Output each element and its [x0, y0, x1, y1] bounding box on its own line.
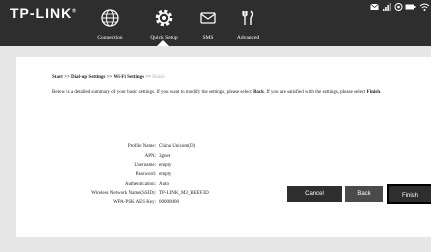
- setting-row: Password: empty: [16, 172, 416, 180]
- setting-key: APN:: [144, 154, 156, 159]
- setting-row: APN: 3gnet: [16, 154, 416, 162]
- setting-row: Username: empty: [16, 163, 416, 171]
- setting-value: 00000000: [159, 200, 179, 205]
- setting-key: Wireless Network Name(SSID):: [91, 191, 156, 196]
- setting-value: 3gnet: [159, 154, 171, 159]
- breadcrumb-separator: >>: [144, 75, 153, 80]
- setting-value: China Unicom(D): [159, 144, 196, 149]
- summary-text-c: .: [380, 90, 382, 95]
- setting-key: Profile Name:: [127, 144, 156, 149]
- nav-sms[interactable]: SMS: [196, 8, 220, 44]
- setting-key: Username:: [134, 163, 156, 168]
- breadcrumb: Start >> Dial-up Settings >> Wi-Fi Setti…: [52, 75, 165, 80]
- breadcrumb-start[interactable]: Start: [52, 75, 63, 80]
- tools-icon: [242, 10, 254, 25]
- nav-advanced[interactable]: Advanced: [228, 8, 268, 44]
- data-icon: [394, 3, 403, 11]
- summary-panel: Start >> Dial-up Settings >> Wi-Fi Setti…: [16, 57, 431, 237]
- summary-finish-word: Finish: [366, 90, 381, 95]
- envelope-icon: [200, 12, 216, 24]
- breadcrumb-wifi[interactable]: Wi-Fi Settings: [113, 75, 144, 80]
- nav-connection-label: Connection: [97, 35, 123, 41]
- summary-text: Below is a detailed summary of your basi…: [52, 89, 430, 96]
- battery-icon: [405, 4, 416, 10]
- setting-value: Auto: [159, 182, 169, 187]
- setting-key: Password:: [135, 172, 156, 177]
- nav-quick-setup[interactable]: Quick Setup: [142, 8, 186, 46]
- wifi-icon: [419, 3, 430, 11]
- setting-key: WPA-PSK AES Key:: [113, 200, 156, 205]
- cancel-button[interactable]: Cancel: [287, 186, 342, 202]
- nav-sms-label: SMS: [202, 35, 214, 41]
- summary-back-word: Back: [253, 90, 264, 95]
- summary-text-b: . If you are satisfied with the settings…: [263, 90, 367, 95]
- nav-connection[interactable]: Connection: [92, 8, 128, 44]
- setting-value: empty: [159, 163, 172, 168]
- nav-advanced-label: Advanced: [236, 35, 260, 41]
- back-button[interactable]: Back: [345, 186, 383, 202]
- signal-icon: [383, 3, 391, 11]
- finish-button[interactable]: Finish: [387, 184, 431, 204]
- breadcrumb-separator: >>: [62, 75, 72, 80]
- nav-quick-setup-label: Quick Setup: [150, 35, 178, 41]
- setting-value: empty: [159, 172, 172, 177]
- gear-icon: [155, 9, 173, 27]
- mail-icon[interactable]: [370, 2, 379, 12]
- setting-key: Authentication:: [124, 182, 156, 187]
- setting-row: Profile Name: China Unicom(D): [16, 144, 416, 152]
- breadcrumb-current: Finish: [152, 75, 165, 80]
- tp-link-logo: TP-LINK®: [10, 5, 77, 21]
- setting-value: TP-LINK_M3_BEEF3D: [159, 191, 209, 196]
- summary-text-a: Below is a detailed summary of your basi…: [52, 90, 254, 95]
- globe-icon: [101, 9, 119, 27]
- breadcrumb-dialup[interactable]: Dial-up Settings: [71, 75, 105, 80]
- top-header: TP-LINK® Connection Quick Setup SMS Adva…: [0, 0, 431, 46]
